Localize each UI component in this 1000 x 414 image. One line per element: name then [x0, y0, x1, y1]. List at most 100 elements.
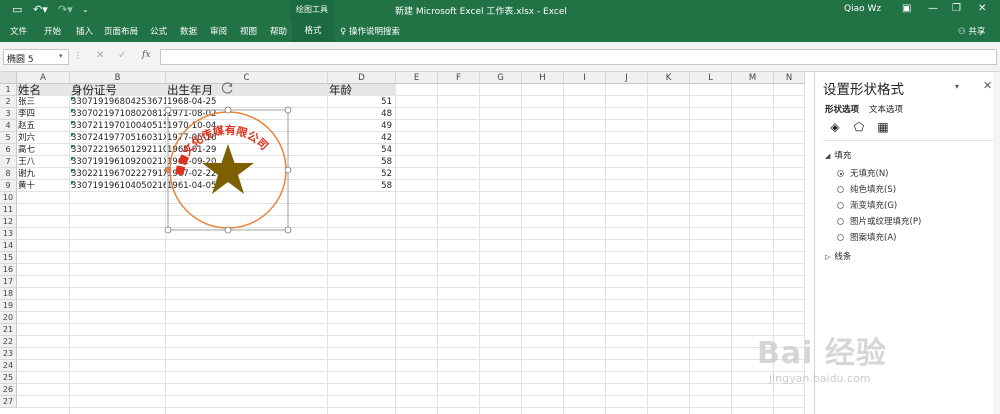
table-cell[interactable]: 330719196104050216 [70, 180, 166, 192]
column-header-m[interactable]: M [732, 72, 774, 84]
effects-icon[interactable]: ⬠ [851, 120, 867, 136]
enter-icon[interactable]: ✓ [118, 50, 126, 61]
tab-file[interactable]: 文件 [10, 25, 27, 37]
resize-handle[interactable] [164, 106, 172, 114]
row-header-17[interactable]: 17 [0, 276, 17, 288]
save-icon[interactable]: ▭ [12, 3, 22, 16]
pane-scrollbar[interactable] [993, 72, 1000, 414]
pane-options-icon[interactable]: ▾ [955, 82, 959, 91]
column-header-a[interactable]: A [17, 72, 70, 84]
row-header-23[interactable]: 23 [0, 348, 17, 360]
tab-page-layout[interactable]: 页面布局 [104, 25, 138, 37]
row-header-25[interactable]: 25 [0, 372, 17, 384]
fill-option-none[interactable]: 无填充(N) [837, 167, 889, 179]
fill-option-picture[interactable]: 图片或纹理填充(P) [837, 215, 921, 227]
row-header-1[interactable]: 1 [0, 84, 17, 96]
fill-option-gradient[interactable]: 渐变填充(G) [837, 199, 897, 211]
resize-handle[interactable] [284, 106, 292, 114]
table-cell[interactable]: 黄十 [17, 180, 70, 192]
tab-text-options[interactable]: 文本选项 [869, 103, 903, 115]
table-header-cell[interactable]: 姓名 [17, 84, 70, 96]
name-box-dropdown-icon[interactable]: ▾ [59, 52, 63, 60]
tab-data[interactable]: 数据 [180, 25, 197, 37]
resize-handle[interactable] [224, 106, 232, 114]
row-header-7[interactable]: 7 [0, 156, 17, 168]
column-header-k[interactable]: K [648, 72, 690, 84]
insert-function-icon[interactable]: fx [142, 50, 150, 60]
fill-option-pattern[interactable]: 图案填充(A) [837, 231, 896, 243]
column-header-l[interactable]: L [690, 72, 732, 84]
row-header-26[interactable]: 26 [0, 384, 17, 396]
column-header-h[interactable]: H [522, 72, 564, 84]
table-cell[interactable]: 52 [328, 168, 396, 180]
column-header-e[interactable]: E [396, 72, 438, 84]
table-cell[interactable]: 48 [328, 108, 396, 120]
size-properties-icon[interactable]: ▦ [875, 120, 891, 136]
table-cell[interactable]: 张三 [17, 96, 70, 108]
section-fill[interactable]: ◢ 填充 [825, 149, 851, 161]
row-header-19[interactable]: 19 [0, 300, 17, 312]
tab-help[interactable]: 帮助 [270, 25, 287, 37]
row-header-13[interactable]: 13 [0, 228, 17, 240]
fill-line-icon[interactable]: ◈ [827, 120, 843, 136]
row-header-16[interactable]: 16 [0, 264, 17, 276]
table-header-cell[interactable]: 身份证号 [70, 84, 166, 96]
table-cell[interactable]: 54 [328, 144, 396, 156]
undo-icon[interactable]: ↶▾ [33, 3, 48, 16]
column-header-b[interactable]: B [70, 72, 166, 84]
fill-option-solid[interactable]: 纯色填充(S) [837, 183, 896, 195]
stamp-shape[interactable]: ■■文化传媒有限公司 [160, 106, 296, 234]
ribbon-display-icon[interactable]: ▣ [902, 3, 911, 14]
pane-close-icon[interactable]: ✕ [983, 79, 992, 92]
customize-quick-access-icon[interactable]: ⌄ [82, 5, 89, 14]
row-header-21[interactable]: 21 [0, 324, 17, 336]
row-header-4[interactable]: 4 [0, 120, 17, 132]
table-cell[interactable]: 李四 [17, 108, 70, 120]
row-header-6[interactable]: 6 [0, 144, 17, 156]
table-cell[interactable]: 330719196804253671 [70, 96, 166, 108]
tab-insert[interactable]: 插入 [76, 25, 93, 37]
tab-format[interactable]: 格式 [292, 20, 334, 42]
table-cell[interactable]: 33022119670222791X [70, 168, 166, 180]
resize-handle[interactable] [284, 166, 292, 174]
tab-home[interactable]: 开始 [44, 25, 61, 37]
close-icon[interactable]: ✕ [978, 3, 986, 14]
table-cell[interactable]: 49 [328, 120, 396, 132]
row-header-3[interactable]: 3 [0, 108, 17, 120]
tab-shape-options[interactable]: 形状选项 [825, 103, 859, 115]
row-header-11[interactable]: 11 [0, 204, 17, 216]
restore-icon[interactable]: ❐ [952, 3, 961, 14]
column-header-c[interactable]: C [166, 72, 328, 84]
table-cell[interactable]: 高七 [17, 144, 70, 156]
row-header-27[interactable]: 27 [0, 396, 17, 408]
column-header-f[interactable]: F [438, 72, 480, 84]
table-header-cell[interactable]: 出生年月 [166, 84, 328, 96]
column-header-g[interactable]: G [480, 72, 522, 84]
resize-handle[interactable] [284, 226, 292, 234]
radio-icon[interactable] [837, 218, 844, 225]
column-header-j[interactable]: J [606, 72, 648, 84]
share-button[interactable]: ⚇ 共享 [958, 25, 985, 37]
table-cell[interactable]: 330721197010040515 [70, 120, 166, 132]
cancel-icon[interactable]: ✕ [96, 50, 104, 61]
tell-me-search[interactable]: ♀ 操作说明搜索 [340, 25, 400, 37]
row-header-2[interactable]: 2 [0, 96, 17, 108]
radio-icon[interactable] [837, 170, 844, 177]
formula-input[interactable] [160, 49, 997, 65]
row-header-8[interactable]: 8 [0, 168, 17, 180]
table-cell[interactable]: 58 [328, 180, 396, 192]
minimize-icon[interactable]: — [928, 3, 938, 14]
redo-icon[interactable]: ↷▾ [58, 3, 73, 16]
radio-icon[interactable] [837, 186, 844, 193]
table-header-cell[interactable]: 年龄 [328, 84, 396, 96]
table-cell[interactable]: 330722196501292110 [70, 144, 166, 156]
table-cell[interactable]: 33071919610920021X [70, 156, 166, 168]
worksheet-grid[interactable]: A B C D E F G H I J K L M N 1 2 3 4 5 6 7 8 9 10 11 12 13 14 15 16 17 1… [0, 72, 805, 414]
section-line[interactable]: ▷ 线条 [825, 250, 851, 262]
table-cell[interactable]: 赵五 [17, 120, 70, 132]
row-header-12[interactable]: 12 [0, 216, 17, 228]
row-header-18[interactable]: 18 [0, 288, 17, 300]
table-cell[interactable]: 42 [328, 132, 396, 144]
row-header-10[interactable]: 10 [0, 192, 17, 204]
shape-vertex-handle[interactable] [165, 167, 171, 173]
